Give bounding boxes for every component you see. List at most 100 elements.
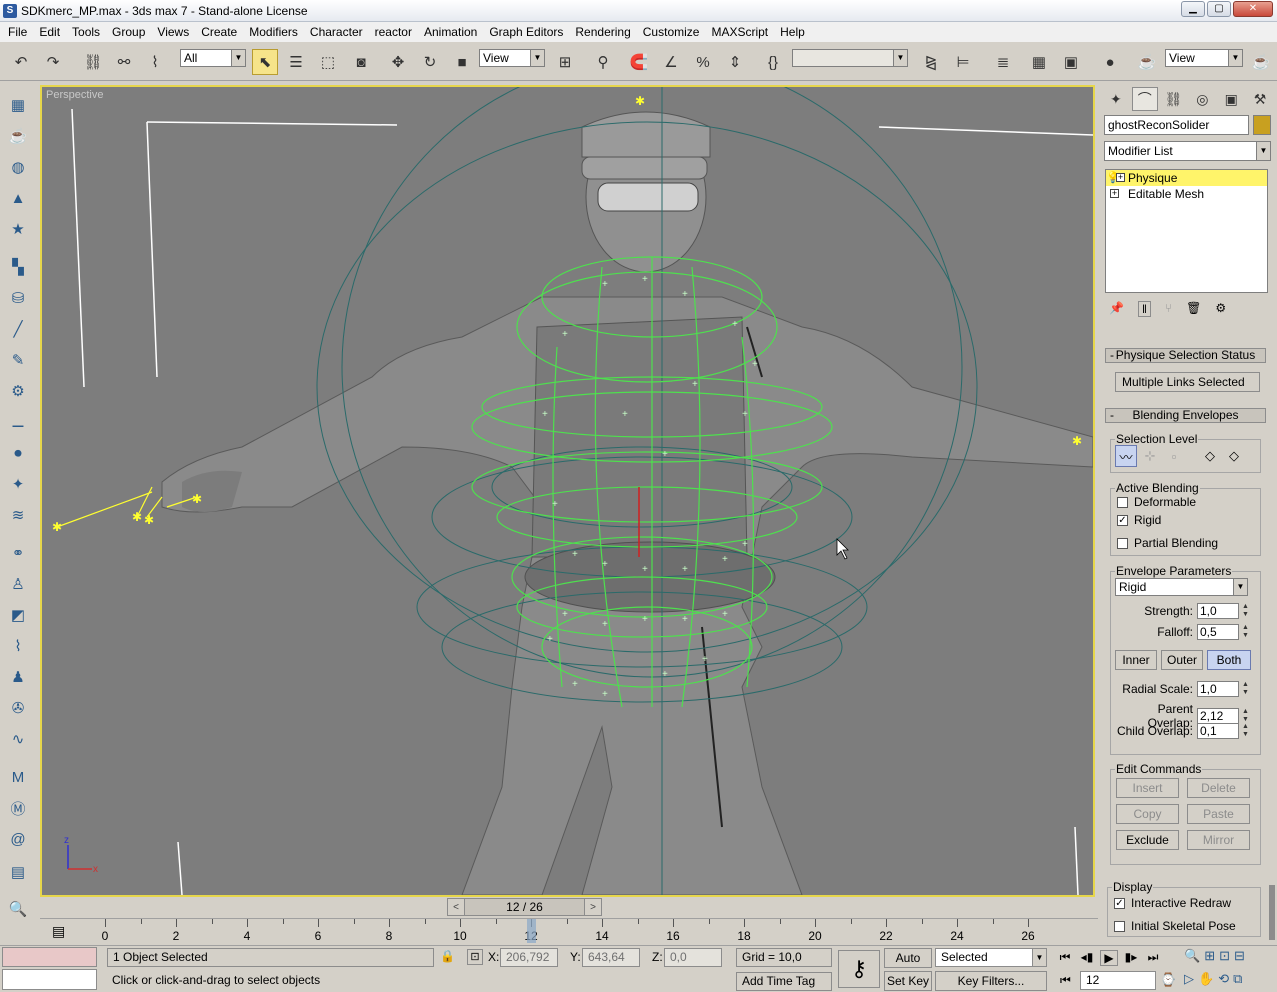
spinner-arrows-icon[interactable]: ▲ ▼ [1241, 681, 1250, 697]
menu-help[interactable]: Help [774, 22, 811, 42]
prev-link-icon[interactable]: ◇ [1199, 445, 1221, 467]
selection-filter-dropdown[interactable]: All ▼ [180, 49, 246, 67]
rigid-checkbox[interactable]: ✓ Rigid [1117, 513, 1161, 527]
pan-icon[interactable]: ✋ [1198, 971, 1214, 987]
pin-stack-icon[interactable]: 📌 [1109, 301, 1124, 317]
go-to-start-icon[interactable]: ⏮ [1056, 950, 1074, 966]
both-button[interactable]: Both [1207, 650, 1251, 670]
spinner-field[interactable]: 1,0 [1197, 603, 1239, 619]
bone-icon[interactable]: ⚊ [6, 411, 30, 433]
outer-button[interactable]: Outer [1161, 650, 1203, 670]
biped-icon[interactable]: ♙ [6, 573, 30, 595]
set-key-button[interactable]: Set Key [884, 971, 932, 991]
rope-icon[interactable]: ∿ [6, 728, 30, 750]
menu-modifiers[interactable]: Modifiers [243, 22, 304, 42]
remove-modifier-icon[interactable]: 🗑 [1186, 301, 1201, 317]
align-icon[interactable]: ⊨ [950, 49, 976, 75]
layer-manager-icon[interactable]: ≣ [990, 49, 1016, 75]
line-icon[interactable]: ╱ [6, 318, 30, 340]
modifier-stack[interactable]: 💡 + Physique + Editable Mesh [1105, 169, 1268, 293]
exclude-button[interactable]: Exclude [1116, 830, 1179, 850]
wheel-icon[interactable]: ✇ [6, 697, 30, 719]
camera-icon[interactable]: ⏺ [6, 442, 30, 464]
scale-icon[interactable]: ■ [449, 49, 475, 75]
absolute-mode-icon[interactable]: ⊡ [467, 949, 483, 965]
percent-snap-icon[interactable]: % [690, 49, 716, 75]
checkbox[interactable] [1117, 537, 1128, 549]
time-next-arrow-icon[interactable]: > [585, 902, 601, 913]
object-color-swatch[interactable] [1253, 115, 1271, 135]
current-frame-marker[interactable] [527, 919, 536, 943]
spinner-arrows-icon[interactable]: ▲ ▼ [1241, 624, 1250, 640]
snap-3d-icon[interactable]: 🧲 [626, 49, 652, 75]
key-mode-toggle-icon[interactable]: ⏮ [1060, 973, 1071, 988]
bind-space-warp-icon[interactable]: ⌇ [142, 49, 168, 75]
time-prev-arrow-icon[interactable]: < [448, 902, 464, 913]
initial-skeletal-pose-checkbox[interactable]: Initial Skeletal Pose [1114, 919, 1236, 933]
expand-icon[interactable]: + [1116, 173, 1125, 182]
spinner-arrows-icon[interactable]: ▲ ▼ [1241, 708, 1250, 724]
manipulate-icon[interactable]: ⚲ [590, 49, 616, 75]
zoom-all-icon[interactable]: ⊞ [1204, 948, 1215, 964]
key-icon[interactable]: ⚷ [838, 950, 880, 988]
deformable-checkbox[interactable]: Deformable [1117, 495, 1196, 509]
stack-item-physique[interactable]: 💡 + Physique [1106, 170, 1267, 186]
menu-tools[interactable]: Tools [66, 22, 106, 42]
lock-icon[interactable]: 🔒 [440, 949, 455, 963]
menu-group[interactable]: Group [106, 22, 151, 42]
move-icon[interactable]: ✥ [385, 49, 411, 75]
box-icon[interactable]: ▦ [6, 94, 30, 116]
time-slider[interactable]: < 12 / 26 > [447, 898, 602, 916]
globe-m-icon[interactable]: Ⓜ [6, 797, 30, 819]
time-slider-value[interactable]: 12 / 26 [464, 899, 585, 915]
checkbox-checked[interactable]: ✓ [1117, 514, 1128, 526]
named-selection-set-dropdown[interactable]: ▼ [792, 49, 908, 67]
menu-graph-editors[interactable]: Graph Editors [483, 22, 569, 42]
auto-key-button[interactable]: Auto Key [884, 948, 932, 983]
panel-scrollbar[interactable] [1269, 885, 1275, 940]
redo-icon[interactable]: ↷ [40, 49, 66, 75]
insert-button[interactable]: Insert [1116, 778, 1179, 798]
wave-icon[interactable]: ≋ [6, 504, 30, 526]
modifier-list-dropdown[interactable]: Modifier List ▼ [1104, 141, 1271, 161]
spinner-field[interactable]: 2,12 [1197, 708, 1239, 724]
time-config-icon[interactable]: ⌚ [1160, 972, 1176, 988]
configure-sets-icon[interactable]: ⚙ [1215, 301, 1226, 317]
render-view-dropdown[interactable]: View ▼ [1165, 49, 1243, 67]
mirror-button[interactable]: Mirror [1187, 830, 1250, 850]
current-frame-field[interactable]: 12 [1080, 971, 1156, 990]
key-filters-button[interactable]: Key Filters... [935, 971, 1047, 991]
maxscript-listener-white[interactable] [2, 969, 97, 990]
copy-button[interactable]: Copy [1116, 804, 1179, 824]
x-coord-field[interactable]: 206,792 [500, 948, 558, 967]
utilities-tab-icon[interactable]: ⚒ [1247, 87, 1273, 111]
menu-edit[interactable]: Edit [33, 22, 66, 42]
checkbox[interactable] [1117, 496, 1128, 508]
schematic-view-icon[interactable]: ▣ [1058, 49, 1084, 75]
create-tab-icon[interactable]: ✦ [1103, 87, 1129, 111]
menu-views[interactable]: Views [151, 22, 195, 42]
text-m-icon[interactable]: M [6, 766, 30, 788]
z-coord-field[interactable]: 0,0 [664, 948, 722, 967]
object-name-field[interactable]: ghostReconSolider [1104, 115, 1249, 135]
next-frame-icon[interactable]: ▮▸ [1122, 950, 1140, 966]
hierarchy-tab-icon[interactable]: ⛓ [1161, 87, 1187, 111]
menu-reactor[interactable]: reactor [369, 22, 418, 42]
maximize-button[interactable]: ▢ [1207, 1, 1231, 17]
angle-snap-icon[interactable]: ∠ [658, 49, 684, 75]
spinner-arrows-icon[interactable]: ▲ ▼ [1241, 723, 1250, 739]
render-scene-icon[interactable]: ☕ [1134, 49, 1160, 75]
spring-icon[interactable]: ⌇ [6, 635, 30, 657]
stack-item-editable-mesh[interactable]: + Editable Mesh [1106, 186, 1267, 202]
perspective-viewport[interactable]: Perspective + + + + + + + + + + + + + + … [40, 85, 1095, 897]
menu-file[interactable]: File [2, 22, 33, 42]
paste-button[interactable]: Paste [1187, 804, 1250, 824]
spinner-field[interactable]: 1,0 [1197, 681, 1239, 697]
checkbox[interactable] [1114, 920, 1125, 932]
maximize-viewport-icon[interactable]: ⧉ [1233, 971, 1242, 987]
prev-frame-icon[interactable]: ◂▮ [1078, 950, 1096, 966]
paint-icon[interactable]: ✎ [6, 349, 30, 371]
blending-envelopes-rollout[interactable]: - Blending Envelopes [1105, 408, 1266, 423]
display-tab-icon[interactable]: ▣ [1218, 87, 1244, 111]
select-object-icon[interactable]: ⬉ [252, 49, 278, 75]
